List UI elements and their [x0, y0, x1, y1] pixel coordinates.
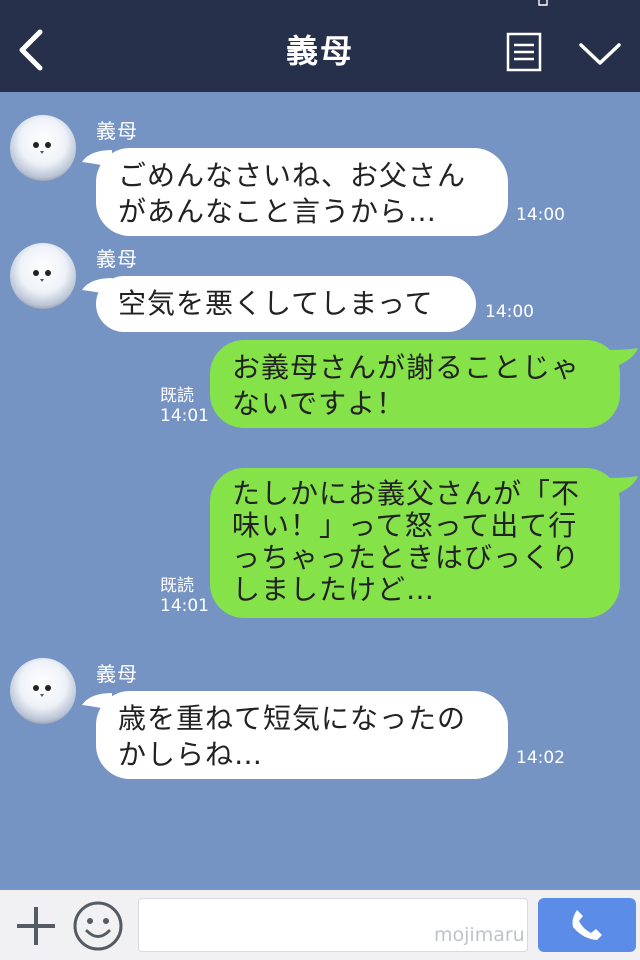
chat-title: 義母 — [285, 32, 354, 70]
read-receipt: 既読 — [160, 576, 194, 596]
message-time: 14:01 — [160, 596, 209, 616]
message-time: 14:02 — [516, 748, 565, 768]
chat-header: 義母 — [0, 0, 640, 92]
message-bubble[interactable]: ごめんなさいね、お父さん があんなこと言うから… — [96, 148, 508, 236]
message-bubble[interactable]: お義母さんが謝ることじゃ ないですよ！ — [210, 340, 620, 428]
message-bubble[interactable]: たしかにお義父さんが「不 味い！」って怒って出て行 っちゃったときはびっくり し… — [210, 468, 620, 618]
status-mark — [538, 0, 548, 6]
menu-icon[interactable] — [506, 32, 542, 72]
avatar[interactable] — [10, 115, 76, 181]
phone-icon — [572, 910, 602, 940]
sender-name: 義母 — [96, 247, 138, 271]
avatar[interactable] — [10, 658, 76, 724]
chevron-down-icon[interactable] — [578, 40, 622, 68]
call-button[interactable] — [538, 898, 636, 952]
sender-name: 義母 — [96, 662, 138, 686]
avatar[interactable] — [10, 243, 76, 309]
message-bubble[interactable]: 歳を重ねて短気になったの かしらね… — [96, 691, 508, 779]
watermark: mojimaru — [434, 924, 525, 946]
message-list[interactable]: 義母 ごめんなさいね、お父さん があんなこと言うから… 14:00 義母 空気を… — [0, 92, 640, 890]
read-receipt: 既読 — [160, 386, 194, 406]
message-time: 14:00 — [485, 302, 534, 322]
bubble-tail — [604, 476, 638, 496]
smile-icon[interactable] — [72, 900, 124, 952]
sender-name: 義母 — [96, 119, 138, 143]
message-bubble[interactable]: 空気を悪くしてしまって — [96, 276, 476, 332]
message-time: 14:01 — [160, 406, 209, 426]
plus-icon[interactable] — [14, 904, 58, 948]
bubble-tail — [604, 348, 638, 368]
message-time: 14:00 — [516, 205, 565, 225]
